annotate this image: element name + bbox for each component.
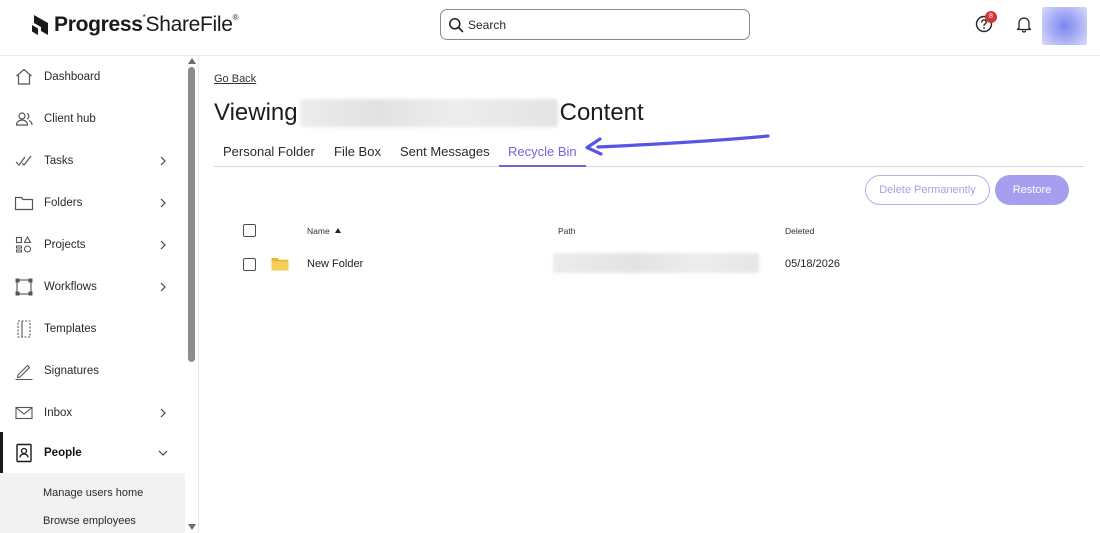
- sidebar-item-workflows[interactable]: Workflows: [0, 266, 185, 308]
- sidebar-item-inbox[interactable]: Inbox: [0, 392, 185, 434]
- restore-button[interactable]: Restore: [995, 175, 1069, 205]
- scroll-up-arrow-icon[interactable]: [188, 58, 196, 64]
- tab-recycle-bin[interactable]: Recycle Bin: [499, 144, 586, 167]
- row-name[interactable]: New Folder: [307, 258, 363, 270]
- chevron-right-icon: [160, 198, 166, 208]
- contact-card-icon: [16, 443, 32, 463]
- top-header: Progress*ShareFile® Search 8: [0, 0, 1100, 56]
- annotation-arrow-icon: [585, 134, 770, 156]
- chevron-right-icon: [160, 240, 166, 250]
- page-title: Viewing Content: [214, 97, 644, 129]
- row-deleted-date: 05/18/2026: [785, 258, 841, 270]
- sidebar-item-templates[interactable]: Templates: [0, 308, 185, 350]
- search-input[interactable]: Search: [440, 9, 750, 40]
- sidebar-item-label: Signatures: [44, 365, 99, 377]
- page-title-suffix: Content: [559, 99, 644, 126]
- scrollbar-thumb[interactable]: [188, 67, 195, 362]
- sort-ascending-icon: [334, 228, 341, 233]
- column-header-path[interactable]: Path: [558, 226, 576, 236]
- redacted-user-name: [299, 99, 558, 127]
- sidebar-item-client-hub[interactable]: Client hub: [0, 98, 185, 140]
- select-all-checkbox[interactable]: [243, 224, 256, 237]
- delete-permanently-button[interactable]: Delete Permanently: [865, 175, 990, 205]
- search-placeholder: Search: [468, 17, 507, 32]
- redacted-path: [553, 253, 759, 273]
- chevron-right-icon: [160, 282, 166, 292]
- sidebar-item-folders[interactable]: Folders: [0, 182, 185, 224]
- progress-logo-icon: [32, 15, 48, 35]
- pen-icon: [15, 364, 33, 380]
- folder-icon: [271, 258, 289, 271]
- sidebar-item-dashboard[interactable]: Dashboard: [0, 56, 185, 98]
- search-icon: [449, 17, 464, 32]
- sidebar-scrollbar[interactable]: [185, 56, 198, 533]
- sidebar-item-label: People: [44, 447, 82, 459]
- column-header-deleted[interactable]: Deleted: [785, 226, 814, 236]
- tasks-check-icon: [15, 155, 32, 166]
- avatar[interactable]: [1042, 7, 1087, 45]
- people-submenu: Manage users home Browse employees: [0, 473, 185, 533]
- sidebar-subitem-browse-employees[interactable]: Browse employees: [43, 515, 136, 527]
- bell-icon[interactable]: [1015, 15, 1033, 33]
- sidebar-item-tasks[interactable]: Tasks: [0, 140, 185, 182]
- folder-outline-icon: [14, 196, 34, 211]
- tab-file-box[interactable]: File Box: [334, 144, 381, 167]
- page-title-prefix: Viewing: [214, 99, 298, 126]
- chevron-right-icon: [160, 156, 166, 166]
- sidebar-item-signatures[interactable]: Signatures: [0, 350, 185, 392]
- scroll-down-arrow-icon[interactable]: [188, 524, 196, 530]
- row-checkbox[interactable]: [243, 258, 256, 271]
- help-badge: 8: [985, 11, 997, 23]
- sidebar-item-label: Inbox: [44, 407, 73, 419]
- sidebar-item-label: Tasks: [44, 155, 74, 167]
- sidebar-item-label: Folders: [44, 197, 83, 209]
- mail-icon: [15, 406, 33, 420]
- logo-text: Progress*ShareFile®: [54, 13, 239, 36]
- users-icon: [15, 112, 33, 126]
- sidebar-item-label: Projects: [44, 239, 86, 251]
- go-back-link[interactable]: Go Back: [214, 73, 256, 85]
- sharefile-logo[interactable]: Progress*ShareFile®: [31, 12, 239, 38]
- sidebar-item-label: Templates: [44, 323, 97, 335]
- chevron-right-icon: [160, 408, 166, 418]
- column-header-name[interactable]: Name: [307, 226, 341, 236]
- tab-personal-folder[interactable]: Personal Folder: [223, 144, 315, 167]
- sidebar-item-label: Workflows: [44, 281, 97, 293]
- tab-sent-messages[interactable]: Sent Messages: [400, 144, 490, 167]
- chevron-down-icon: [158, 450, 168, 456]
- projects-icon: [15, 235, 32, 253]
- sidebar-subitem-manage-users[interactable]: Manage users home: [43, 487, 143, 499]
- sidebar-item-projects[interactable]: Projects: [0, 224, 185, 266]
- sidebar-item-label: Dashboard: [44, 71, 101, 83]
- home-icon: [16, 68, 32, 85]
- sidebar-item-people[interactable]: People: [0, 432, 185, 474]
- sidebar-item-label: Client hub: [44, 113, 96, 125]
- sidebar: Dashboard Client hub Tasks Folders Proje…: [0, 56, 199, 533]
- workflow-icon: [15, 278, 33, 296]
- template-icon: [17, 320, 31, 338]
